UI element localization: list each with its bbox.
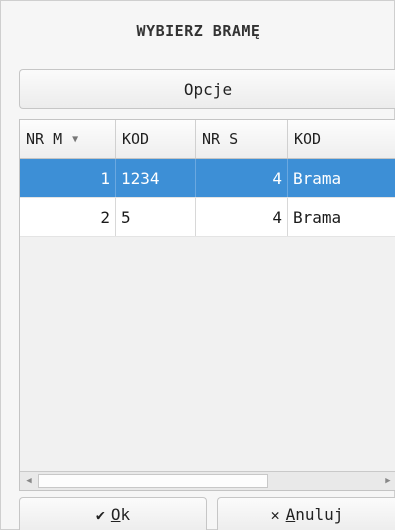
cancel-button[interactable]: ✕ Anuluj — [217, 497, 395, 530]
cell-nr-s: 4 — [196, 159, 288, 197]
column-header-label: KOD — [122, 130, 150, 148]
cell-nr-s: 4 — [196, 198, 288, 236]
scrollbar-thumb[interactable] — [38, 474, 268, 488]
scroll-left-icon[interactable]: ◀ — [20, 472, 38, 490]
table-row[interactable]: 1 1234 4 Brama — [20, 159, 395, 198]
sort-descending-icon: ▼ — [72, 133, 79, 145]
column-header-label: NR M — [26, 130, 63, 148]
ok-label-rest: k — [120, 505, 131, 524]
column-header-label: KOD — [294, 130, 322, 148]
table-header: NR M ▼ KOD NR S KOD — [20, 120, 395, 159]
table-row[interactable]: 2 5 4 Brama — [20, 198, 395, 237]
cancel-label-rest: nuluj — [295, 505, 344, 524]
scroll-right-icon[interactable]: ▶ — [379, 472, 395, 490]
column-header-nr-s[interactable]: NR S — [196, 120, 288, 158]
cell-nr-m: 1 — [20, 159, 116, 197]
column-header-nr-m[interactable]: NR M ▼ — [20, 120, 116, 158]
ok-button[interactable]: ✔ Ok — [19, 497, 207, 530]
options-button[interactable]: Opcje — [19, 69, 395, 109]
column-header-kod[interactable]: KOD — [116, 120, 196, 158]
cell-nr-m: 2 — [20, 198, 116, 236]
dialog-title: WYBIERZ BRAMĘ — [136, 22, 261, 40]
cell-kod: 5 — [116, 198, 196, 236]
scrollbar-track[interactable] — [38, 472, 379, 490]
column-header-label: NR S — [202, 130, 239, 148]
gate-table: NR M ▼ KOD NR S KOD 1 1234 4 Brama 2 5 4… — [19, 119, 395, 491]
check-icon: ✔ — [95, 505, 105, 524]
cell-kod: 1234 — [116, 159, 196, 197]
cell-kod-2: Brama — [288, 159, 395, 197]
close-icon: ✕ — [270, 505, 280, 524]
cell-kod-2: Brama — [288, 198, 395, 236]
horizontal-scrollbar[interactable]: ◀ ▶ — [20, 471, 395, 490]
table-body: 1 1234 4 Brama 2 5 4 Brama — [20, 159, 395, 237]
cancel-accel: A — [285, 505, 296, 524]
select-gate-dialog: WYBIERZ BRAMĘ Opcje NR M ▼ KOD NR S KOD … — [0, 0, 395, 530]
ok-accel: O — [110, 505, 121, 524]
column-header-kod-2[interactable]: KOD — [288, 120, 395, 158]
